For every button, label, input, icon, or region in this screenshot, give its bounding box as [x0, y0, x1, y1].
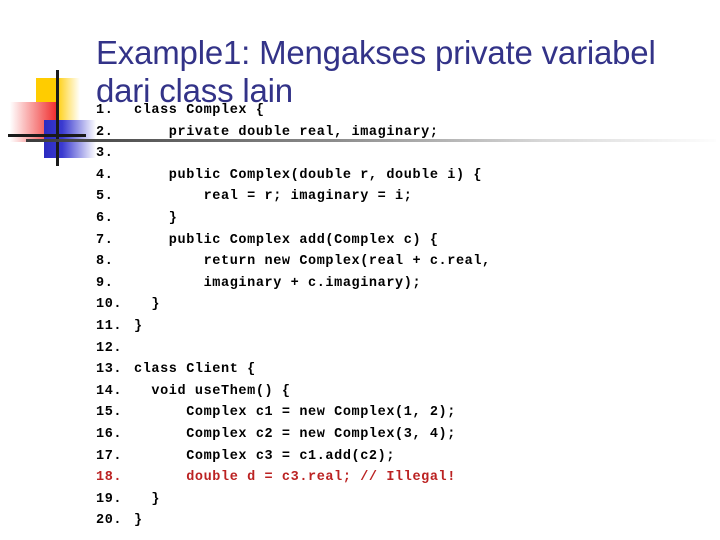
code-line-text: public Complex add(Complex c) { [134, 232, 439, 248]
code-line-text: } [134, 513, 143, 529]
code-line-text: class Client { [134, 362, 256, 378]
code-line-number: 9. [96, 275, 114, 291]
code-line-text: } [134, 297, 161, 313]
code-line-text: class Complex { [134, 103, 265, 118]
code-line-text: Complex c3 = c1.add(c2); [134, 448, 396, 464]
code-line-number: 18. [96, 470, 123, 486]
code-line-number: 6. [96, 210, 114, 226]
code-line-number: 15. [96, 405, 123, 421]
code-line: 12. [96, 338, 716, 360]
code-line-text: } [134, 491, 161, 507]
code-line: 16. Complex c2 = new Complex(3, 4); [96, 424, 716, 446]
code-line-number: 14. [96, 383, 123, 399]
horizontal-rule-icon [8, 134, 86, 137]
page-title: Example1: Mengakses private variabel dar… [96, 34, 656, 110]
code-line: 6. } [96, 208, 716, 230]
code-line-number: 5. [96, 189, 114, 205]
code-line: 20.} [96, 510, 716, 532]
code-line-number: 7. [96, 232, 114, 248]
code-line-text: return new Complex(real + c.real, [134, 254, 491, 270]
code-line: 19. } [96, 489, 716, 511]
slide-canvas: Example1: Mengakses private variabel dar… [0, 0, 720, 540]
code-line-text: real = r; imaginary = i; [134, 189, 413, 205]
code-line-text: } [134, 210, 178, 226]
code-line-text: public Complex(double r, double i) { [134, 167, 483, 183]
code-line-text: private double real, imaginary; [134, 124, 439, 140]
code-line: 10. } [96, 294, 716, 316]
code-line-number: 12. [96, 340, 123, 356]
code-line-number: 10. [96, 297, 123, 313]
code-line: 15. Complex c1 = new Complex(1, 2); [96, 402, 716, 424]
code-line: 3. [96, 143, 716, 165]
code-line-text: void useThem() { [134, 383, 291, 399]
code-listing: 1. class Complex { 2. private double real,… [96, 100, 716, 532]
code-line: 11.} [96, 316, 716, 338]
code-line: 4. public Complex(double r, double i) { [96, 165, 716, 187]
code-line: 9. imaginary + c.imaginary); [96, 273, 716, 295]
code-line-number: 8. [96, 254, 114, 270]
code-line-number: 2. [96, 124, 114, 140]
code-line-text: Complex c2 = new Complex(3, 4); [134, 426, 456, 442]
code-line-number: 19. [96, 491, 123, 507]
code-line: 13. class Client { [96, 359, 716, 381]
code-line-number: 1. [96, 103, 114, 118]
code-line: 17. Complex c3 = c1.add(c2); [96, 446, 716, 468]
code-line-number: 4. [96, 167, 114, 183]
code-line-number: 17. [96, 448, 123, 464]
code-line-number: 3. [96, 146, 114, 162]
code-line-text: Complex c1 = new Complex(1, 2); [134, 405, 456, 421]
yellow-square-icon [36, 78, 80, 122]
code-line-number: 20. [96, 513, 123, 529]
code-line-text: double d = c3.real; // Illegal! [134, 470, 456, 486]
code-line: 8. return new Complex(real + c.real, [96, 251, 716, 273]
code-line: 14. void useThem() { [96, 381, 716, 403]
code-line-number: 13. [96, 362, 123, 378]
code-line-number: 16. [96, 426, 123, 442]
red-square-icon [10, 102, 56, 142]
code-line: 5. real = r; imaginary = i; [96, 186, 716, 208]
code-line-number: 11. [96, 318, 123, 334]
code-line: 1. class Complex { [96, 100, 716, 122]
code-line: 18. double d = c3.real; // Illegal! [96, 467, 716, 489]
vertical-rule-icon [56, 70, 59, 166]
code-line-text: } [134, 318, 143, 334]
code-line: 2. private double real, imaginary; [96, 122, 716, 144]
code-line-text: imaginary + c.imaginary); [134, 275, 422, 291]
code-line: 7. public Complex add(Complex c) { [96, 230, 716, 252]
